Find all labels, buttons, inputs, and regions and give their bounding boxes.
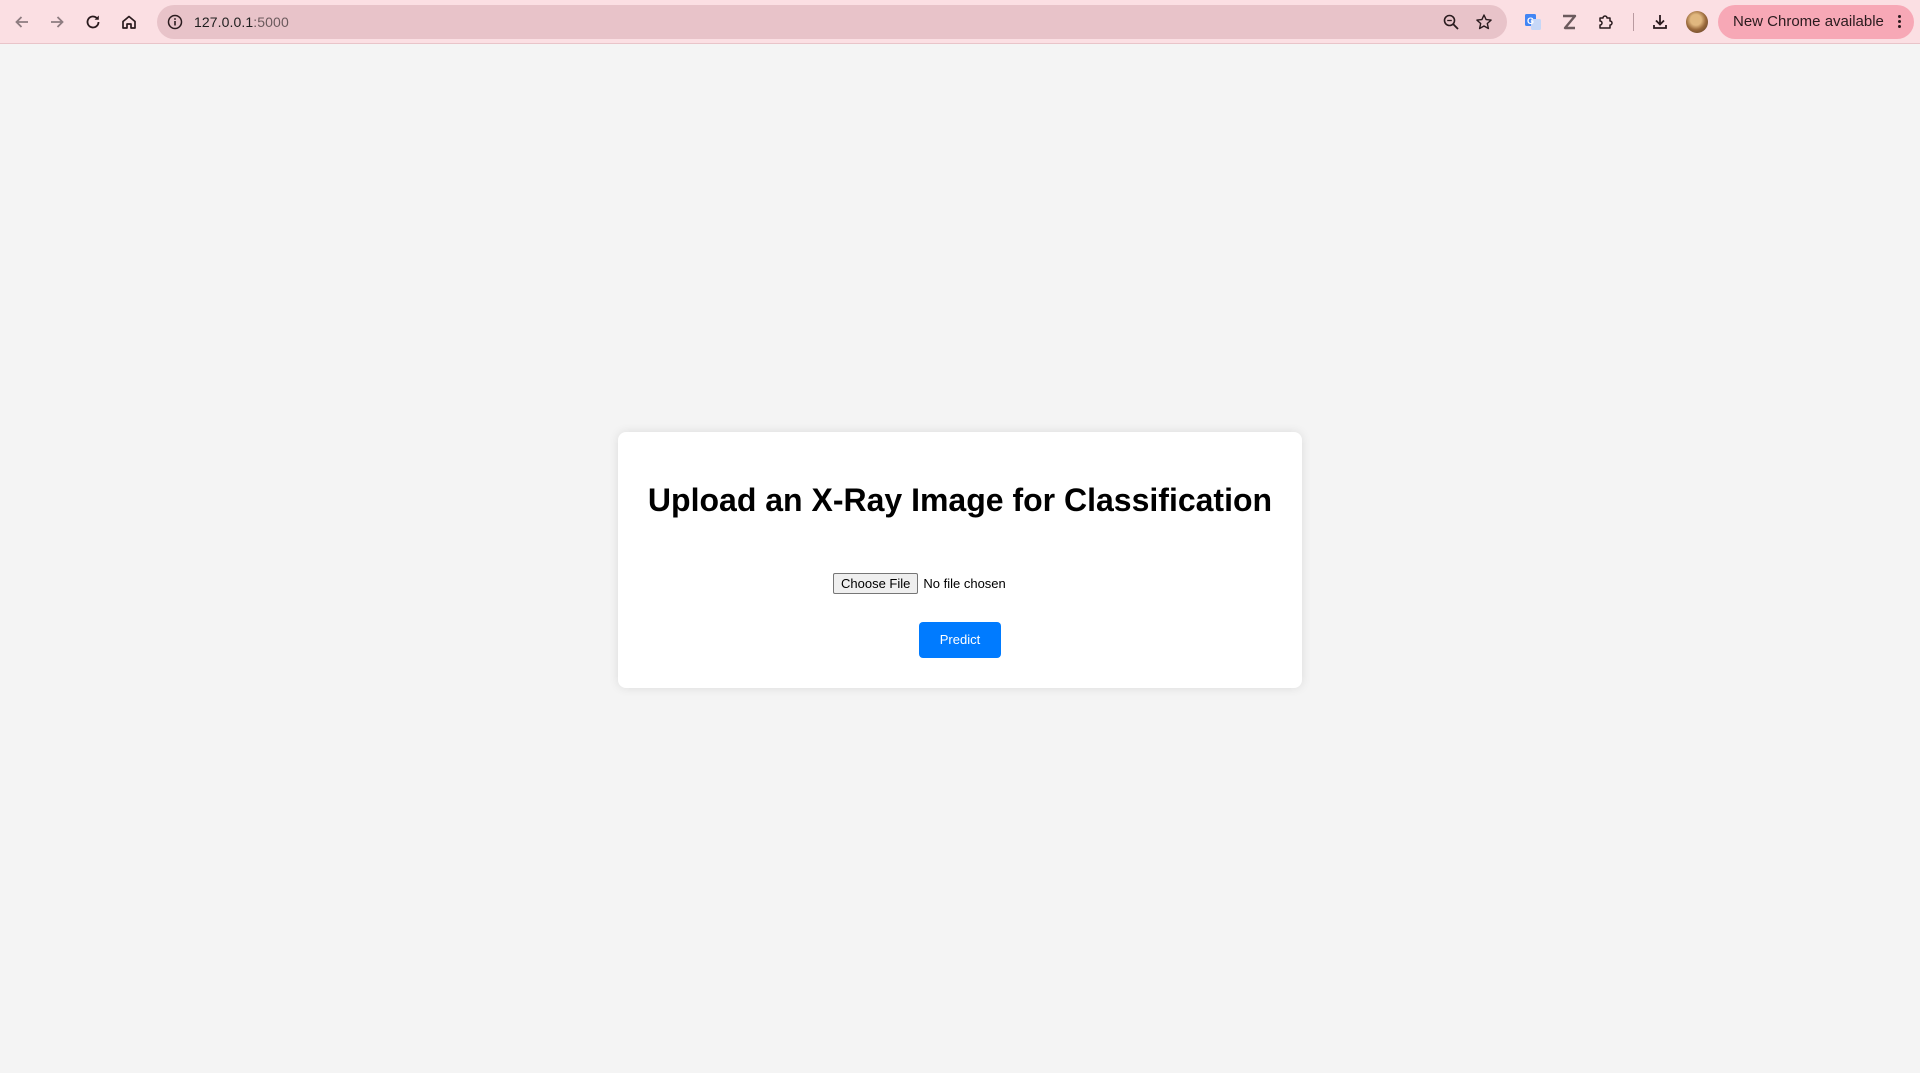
translate-button[interactable]: G <box>1518 7 1548 37</box>
home-icon <box>120 13 138 31</box>
reload-button[interactable] <box>78 7 108 37</box>
choose-file-button[interactable]: Choose File <box>833 572 919 594</box>
zotero-icon <box>1560 13 1578 31</box>
downloads-button[interactable] <box>1645 7 1675 37</box>
file-input[interactable]: Choose File No file chosen <box>833 572 1006 594</box>
upload-card: Upload an X-Ray Image for Classification… <box>618 432 1302 688</box>
puzzle-icon <box>1597 13 1615 31</box>
file-status-text: No file chosen <box>923 575 1006 591</box>
update-label: New Chrome available <box>1733 13 1884 30</box>
forward-arrow-icon <box>48 13 66 31</box>
reload-icon <box>84 13 102 31</box>
home-button[interactable] <box>114 7 144 37</box>
info-icon[interactable] <box>166 13 184 31</box>
zoom-icon[interactable] <box>1440 11 1462 33</box>
browser-toolbar: 127.0.0.1:5000 G New Chrome available <box>0 0 1920 44</box>
forward-button[interactable] <box>42 7 72 37</box>
translate-icon: G <box>1523 12 1543 32</box>
extensions-button[interactable] <box>1591 7 1621 37</box>
zotero-button[interactable] <box>1554 7 1584 37</box>
predict-button[interactable]: Predict <box>919 622 1001 658</box>
page-title: Upload an X-Ray Image for Classification <box>647 482 1273 518</box>
address-bar[interactable]: 127.0.0.1:5000 <box>157 5 1507 39</box>
url-text[interactable]: 127.0.0.1:5000 <box>194 5 289 39</box>
profile-avatar[interactable] <box>1686 11 1708 33</box>
download-icon <box>1651 13 1669 31</box>
star-icon[interactable] <box>1473 11 1495 33</box>
back-arrow-icon <box>13 13 31 31</box>
new-chrome-available-button[interactable]: New Chrome available <box>1718 5 1914 39</box>
url-host: 127.0.0.1 <box>194 14 254 30</box>
url-port: :5000 <box>253 14 289 30</box>
svg-text:G: G <box>1527 16 1534 26</box>
toolbar-separator <box>1633 13 1634 31</box>
kebab-menu-icon <box>1898 15 1902 29</box>
back-button[interactable] <box>7 7 37 37</box>
